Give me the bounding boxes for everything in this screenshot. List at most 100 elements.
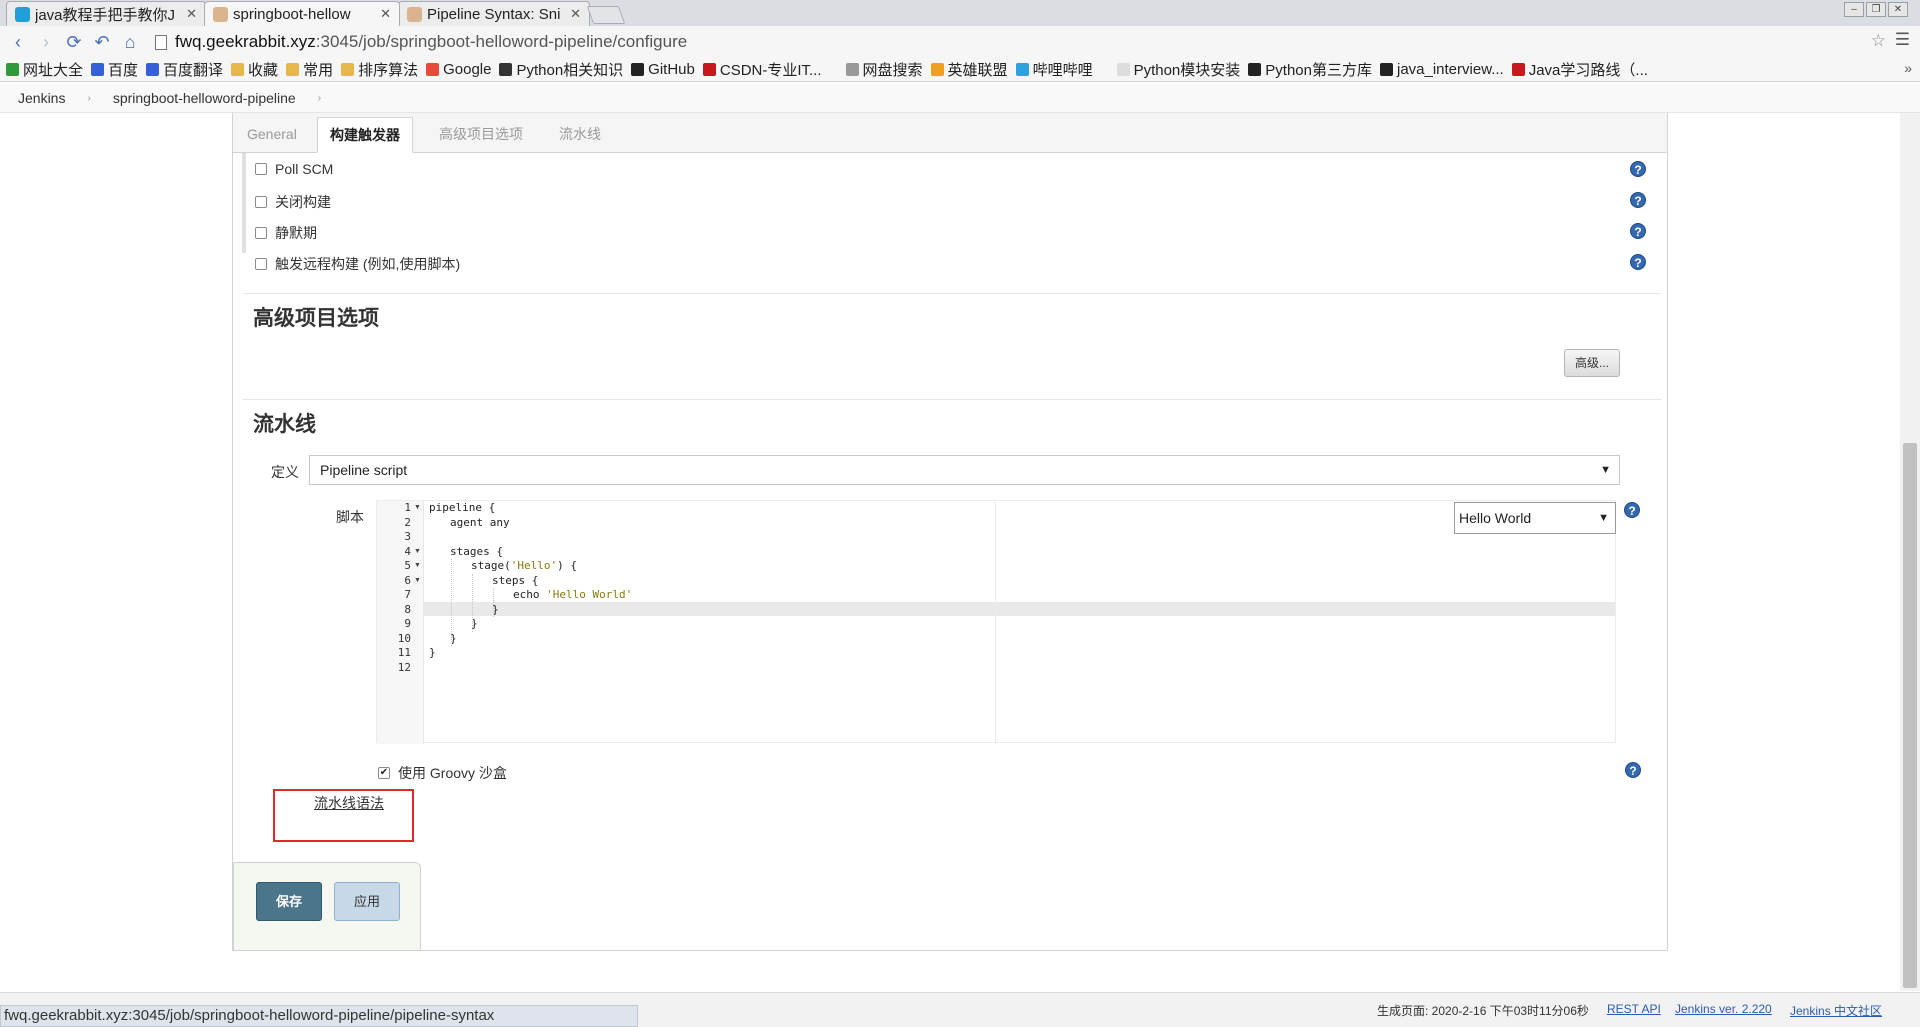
bookmark-item[interactable]: 网址大全 [6, 59, 83, 80]
close-icon[interactable]: ✕ [570, 6, 581, 22]
status-bar-url: fwq.geekrabbit.xyz:3045/job/springboot-h… [0, 1005, 638, 1027]
bookmark-item[interactable]: 百度翻译 [146, 59, 223, 80]
help-icon[interactable]: ? [1624, 502, 1640, 518]
bookmark-label: 网址大全 [23, 62, 84, 79]
code-line: } [429, 646, 436, 659]
line-number: 10 [397, 631, 411, 645]
bookmark-label: Google [443, 61, 492, 78]
apply-button[interactable]: 应用 [334, 882, 400, 921]
bookmark-item[interactable]: CSDN-专业IT... [702, 59, 822, 80]
new-tab-button[interactable] [586, 6, 626, 24]
script-editor[interactable]: 1 ▼ 2 3 4 ▼ 5 ▼ 6 ▼ 7 8 9 10 11 12 pipeline {agent any s… [376, 500, 1616, 744]
poll-scm-checkbox[interactable] [255, 163, 267, 175]
disable-build-checkbox[interactable] [255, 196, 267, 208]
bookmark-item[interactable]: 英雄联盟 [930, 59, 1008, 80]
trigger-poll-scm[interactable]: Poll SCM [255, 161, 333, 177]
fold-arrow-icon[interactable]: ▼ [414, 562, 421, 569]
jenkins-version-link[interactable]: Jenkins ver. 2.220 [1675, 1002, 1772, 1016]
bookmark-item[interactable]: Python第三方库 [1248, 59, 1372, 80]
quiet-period-checkbox[interactable] [255, 227, 267, 239]
fold-arrow-icon[interactable]: ▼ [414, 504, 421, 511]
definition-select[interactable]: Pipeline script ▼ [309, 455, 1620, 485]
bookmarks-more-icon[interactable]: » [1904, 60, 1912, 76]
chevron-right-icon[interactable]: › [87, 93, 90, 104]
code-text: } [429, 646, 436, 659]
code-line: steps { [492, 574, 538, 587]
help-icon[interactable]: ? [1630, 223, 1646, 239]
trigger-disable-build[interactable]: 关闭构建 [255, 192, 331, 212]
close-icon[interactable]: ✕ [380, 6, 391, 22]
minimize-icon[interactable]: – [1844, 2, 1864, 17]
tab-general[interactable]: General [235, 117, 309, 153]
bookmark-item[interactable]: 排序算法 [341, 59, 418, 80]
help-icon[interactable]: ? [1630, 161, 1646, 177]
forward-icon[interactable]: › [32, 28, 60, 56]
bookmark-item[interactable]: 哔哩哔哩 [1015, 59, 1093, 80]
config-panel: General 构建触发器 高级项目选项 流水线 Poll SCM 关闭构建 静… [232, 113, 1668, 951]
browser-tab-2[interactable]: springboot-hellow ✕ [204, 1, 400, 26]
reload-icon[interactable]: ⟳ [60, 28, 88, 56]
bookmark-label: 百度翻译 [163, 62, 224, 79]
breadcrumb-job[interactable]: springboot-helloword-pipeline [113, 90, 296, 106]
breadcrumb: Jenkins › springboot-helloword-pipeline … [0, 84, 1920, 113]
chevron-right-icon[interactable]: › [318, 93, 321, 104]
bookmark-item[interactable]: Java学习路线（... [1511, 59, 1648, 80]
address-bar[interactable]: fwq.geekrabbit.xyz:3045/job/springboot-h… [155, 30, 1875, 54]
tab-advanced-options[interactable]: 高级项目选项 [427, 117, 535, 153]
tab-build-triggers[interactable]: 构建触发器 [317, 117, 413, 153]
close-icon[interactable]: ✕ [186, 6, 197, 22]
bookmark-item[interactable]: 收藏 [231, 59, 278, 80]
help-icon[interactable]: ? [1630, 192, 1646, 208]
bookmark-item[interactable]: Google [426, 61, 491, 78]
pipeline-syntax-link[interactable]: 流水线语法 [314, 793, 384, 813]
home-icon[interactable]: ⌂ [116, 28, 144, 56]
back-icon[interactable]: ‹ [4, 28, 32, 56]
save-button[interactable]: 保存 [256, 882, 322, 921]
undo-icon[interactable]: ↶ [88, 28, 116, 56]
groovy-sandbox-checkbox[interactable]: ✔ [378, 767, 390, 779]
bookmark-label: 百度 [108, 62, 139, 79]
line-number: 8 [404, 602, 411, 616]
active-line-highlight [377, 602, 1615, 616]
bookmark-item[interactable]: Python模块安装 [1116, 59, 1240, 80]
menu-icon[interactable]: ☰ [1895, 30, 1910, 50]
browser-tab-3[interactable]: Pipeline Syntax: Sni ✕ [398, 1, 590, 26]
help-icon[interactable]: ? [1625, 762, 1641, 778]
bookmarks-bar: 网址大全 百度 百度翻译 收藏 常用 排序算法 Google Python相关知识 GitHub… [0, 58, 1920, 82]
page-scrollbar[interactable] [1900, 113, 1920, 991]
tab-pipeline[interactable]: 流水线 [547, 117, 613, 153]
trigger-quiet-period[interactable]: 静默期 [255, 223, 317, 243]
bookmark-item[interactable]: GitHub [631, 61, 695, 78]
definition-label: 定义 [271, 464, 299, 480]
code-line: agent any [450, 516, 510, 529]
bookmark-item[interactable]: java_interview... [1379, 61, 1504, 78]
help-icon[interactable]: ? [1630, 254, 1646, 270]
scrollbar-thumb[interactable] [1903, 443, 1917, 988]
jenkins-community-link[interactable]: Jenkins 中文社区 [1790, 1002, 1882, 1019]
trigger-remote-build[interactable]: 触发远程构建 (例如,使用脚本) [255, 254, 460, 274]
groovy-sandbox-row[interactable]: ✔ 使用 Groovy 沙盒 [378, 763, 507, 783]
fold-arrow-icon[interactable]: ▼ [414, 548, 421, 555]
definition-value: Pipeline script [320, 462, 408, 478]
line-number-gutter: 1 ▼ 2 3 4 ▼ 5 ▼ 6 ▼ 7 8 9 10 11 12 [377, 501, 424, 744]
advanced-button[interactable]: 高级... [1564, 349, 1620, 377]
line-number: 11 [397, 646, 411, 659]
browser-tab-1[interactable]: java教程手把手教你J ✕ [6, 1, 206, 26]
rest-api-link[interactable]: REST API [1607, 1002, 1661, 1016]
bookmark-item[interactable]: 网盘搜索 [845, 59, 923, 80]
breadcrumb-jenkins[interactable]: Jenkins [18, 90, 65, 106]
trigger-label: 触发远程构建 (例如,使用脚本) [275, 256, 461, 272]
code-line: stage('Hello') { [471, 559, 577, 572]
close-window-icon[interactable]: ✕ [1888, 2, 1908, 17]
restore-icon[interactable]: ❐ [1866, 2, 1886, 17]
page-icon [1116, 63, 1130, 76]
bookmark-item[interactable]: 百度 [91, 59, 138, 80]
fold-arrow-icon[interactable]: ▼ [414, 577, 421, 584]
remote-build-checkbox[interactable] [255, 258, 267, 270]
bookmark-label: 网盘搜索 [862, 62, 923, 79]
sample-script-select[interactable]: Hello World ▼ [1454, 502, 1616, 534]
bookmark-item[interactable]: Python相关知识 [499, 59, 623, 80]
code-text: stages { [450, 544, 503, 558]
bookmark-star-icon[interactable]: ☆ [1871, 31, 1886, 51]
bookmark-item[interactable]: 常用 [286, 59, 333, 80]
